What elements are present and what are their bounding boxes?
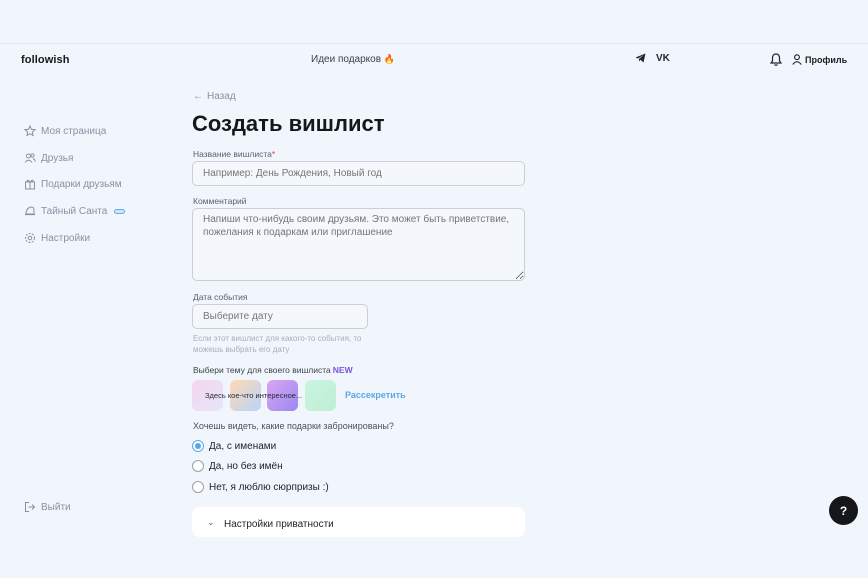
sidebar-item-friends-gifts[interactable]: Подарки друзьям <box>24 178 122 190</box>
profile-button[interactable]: Профиль <box>792 54 847 65</box>
privacy-settings-toggle[interactable]: ⌄ Настройки приватности <box>192 507 525 537</box>
sidebar-item-label: Тайный Санта <box>41 205 108 217</box>
santa-badge <box>114 208 126 214</box>
help-button[interactable]: ? <box>829 496 858 525</box>
user-icon <box>792 54 802 65</box>
sidebar-item-secret-santa[interactable]: Тайный Санта <box>24 205 126 217</box>
radio-unchecked-icon <box>192 460 204 472</box>
page-title: Создать вишлист <box>192 111 385 136</box>
reserve-option-without-names[interactable]: Да, но без имён <box>192 460 283 472</box>
back-link[interactable]: ← Назад <box>193 91 236 102</box>
logout-button[interactable]: Выйти <box>24 501 71 513</box>
sidebar-item-label: Друзья <box>41 152 74 164</box>
santa-icon <box>25 206 35 216</box>
sidebar-item-label: Моя страница <box>41 125 107 137</box>
vk-icon[interactable]: VK <box>656 53 670 64</box>
theme-teaser: Здесь кое-что интересное... <box>205 391 303 400</box>
fire-icon: 🔥 <box>383 54 396 64</box>
gift-ideas-label: Идеи подарков <box>311 54 382 65</box>
theme-label: Выбери тему для своего вишлиста NEW <box>193 365 353 375</box>
sidebar-item-settings[interactable]: Настройки <box>24 232 90 244</box>
privacy-label: Настройки приватности <box>224 519 334 530</box>
reserve-option-surprise[interactable]: Нет, я люблю сюрпризы :) <box>192 481 329 493</box>
radio-checked-icon <box>192 440 204 452</box>
logout-icon <box>25 502 36 512</box>
date-input[interactable] <box>192 304 368 329</box>
date-label: Дата события <box>193 292 248 302</box>
reserve-question: Хочешь видеть, какие подарки забронирова… <box>193 421 394 431</box>
gear-icon <box>25 233 35 243</box>
discover-button[interactable]: Рассекретить <box>345 390 406 400</box>
sidebar-item-friends[interactable]: Друзья <box>24 152 73 164</box>
gift-ideas-link[interactable]: Идеи подарков 🔥 <box>311 54 395 65</box>
sidebar-item-label: Настройки <box>41 232 91 244</box>
arrow-left-icon: ← <box>193 91 203 102</box>
star-icon <box>24 125 36 137</box>
reserve-option-with-names[interactable]: Да, с именами <box>192 440 276 452</box>
wishlist-name-input[interactable] <box>192 161 525 186</box>
sidebar-item-my-page[interactable]: Моя страница <box>24 125 106 137</box>
date-hint: Если этот вишлист для какого-то события,… <box>193 334 362 354</box>
name-label: Название вишлиста* <box>193 149 275 159</box>
telegram-icon[interactable] <box>635 53 646 66</box>
comment-label: Комментарий <box>193 196 247 206</box>
required-mark: * <box>271 149 276 159</box>
radio-label: Да, с именами <box>209 440 277 452</box>
radio-unchecked-icon <box>192 481 204 493</box>
radio-label: Нет, я люблю сюрпризы :) <box>209 481 329 493</box>
name-label-text: Название вишлиста <box>193 149 272 159</box>
theme-label-text: Выбери тему для своего вишлиста <box>193 365 331 375</box>
bell-icon[interactable] <box>769 53 783 67</box>
top-bar: followish Идеи подарков 🔥 VK Профиль <box>0 43 868 77</box>
radio-label: Да, но без имён <box>209 460 283 472</box>
gift-icon <box>25 179 35 190</box>
users-icon <box>24 153 36 163</box>
logout-label: Выйти <box>41 501 71 513</box>
sidebar-item-label: Подарки друзьям <box>41 178 122 190</box>
logo[interactable]: followish <box>21 54 70 66</box>
back-label: Назад <box>207 91 236 102</box>
comment-textarea[interactable] <box>192 208 525 281</box>
profile-label: Профиль <box>805 54 848 65</box>
chevron-down-icon: ⌄ <box>207 517 215 527</box>
theme-option-mint[interactable] <box>305 380 336 411</box>
new-badge: NEW <box>332 365 353 375</box>
